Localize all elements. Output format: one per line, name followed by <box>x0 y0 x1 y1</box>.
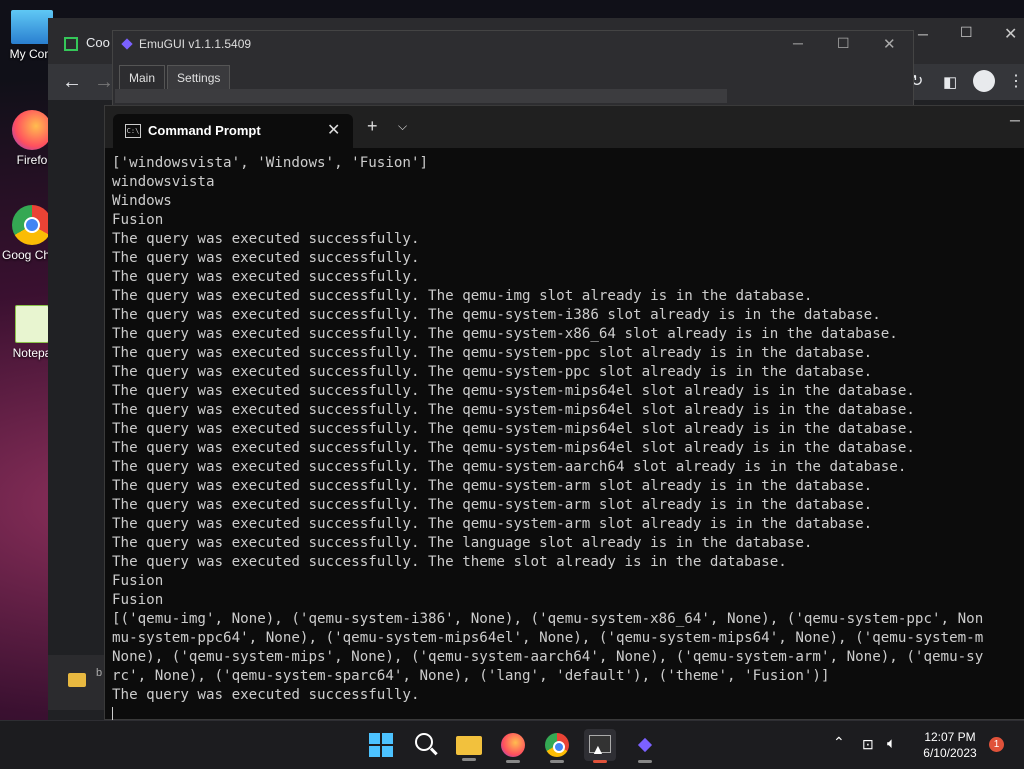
tab-settings[interactable]: Settings <box>167 65 231 91</box>
search-icon-handle <box>430 747 438 755</box>
terminal-line: [('qemu-img', None), ('qemu-system-i386'… <box>112 611 984 627</box>
terminal-line: The query was executed successfully. <box>112 231 420 247</box>
chrome-icon <box>12 205 52 245</box>
computer-icon <box>11 10 53 44</box>
emugui-title: EmuGUI v1.1.1.5409 <box>139 37 252 51</box>
tab-favicon-icon <box>64 36 78 51</box>
notepad-plus-icon <box>15 305 49 343</box>
chrome-tab-title: Coo <box>86 35 110 50</box>
profile-avatar-icon[interactable] <box>973 70 995 92</box>
firefox-icon <box>12 110 52 150</box>
cmd-icon: C:\ <box>125 124 141 138</box>
chrome-close-button[interactable]: ✕ <box>1004 24 1017 44</box>
terminal-line: None), ('qemu-system-mips', None), ('qem… <box>112 649 984 665</box>
running-indicator <box>550 760 564 763</box>
terminal-line: The query was executed successfully. The… <box>112 497 873 513</box>
chrome-menu-icon[interactable]: ⋮ <box>1008 72 1024 92</box>
terminal-line: The query was executed successfully. The… <box>112 535 813 551</box>
terminal-output[interactable]: ['windowsvista', 'Windows', 'Fusion'] win… <box>112 154 1024 720</box>
clock-date: 6/10/2023 <box>923 746 977 760</box>
chrome-minimize-button[interactable]: ─ <box>918 26 928 42</box>
search-button[interactable] <box>409 729 441 761</box>
mouse-cursor-icon: ▲ <box>591 741 605 757</box>
terminal-line: The query was executed successfully. The… <box>112 345 873 361</box>
forward-arrow-icon[interactable]: → <box>94 72 114 92</box>
terminal-tab[interactable]: C:\ Command Prompt ✕ <box>113 114 353 148</box>
folder-icon <box>68 673 86 687</box>
emugui-minimize-button[interactable]: ─ <box>793 35 803 51</box>
emugui-icon <box>121 38 133 50</box>
emugui-maximize-button[interactable]: ☐ <box>837 35 850 52</box>
emugui-icon <box>637 737 653 753</box>
terminal-line: ['windowsvista', 'Windows', 'Fusion'] <box>112 155 429 171</box>
terminal-line: The query was executed successfully. The… <box>112 440 915 456</box>
terminal-line: windowsvista <box>112 174 215 190</box>
text-cursor <box>112 706 113 720</box>
start-button[interactable] <box>365 729 397 761</box>
terminal-prompt-line[interactable] <box>112 705 1024 720</box>
emugui-close-button[interactable]: ✕ <box>883 35 896 53</box>
firefox-button[interactable] <box>497 729 529 763</box>
windows-icon <box>369 733 393 757</box>
terminal-titlebar: C:\ Command Prompt ✕ + ⌵ ─ <box>105 106 1024 148</box>
back-arrow-icon[interactable]: ← <box>62 72 82 92</box>
terminal-line: Fusion <box>112 573 164 589</box>
terminal-minimize-button[interactable]: ─ <box>1010 112 1020 128</box>
file-explorer-button[interactable] <box>453 729 485 761</box>
clock-time: 12:07 PM <box>924 730 976 744</box>
terminal-line: The query was executed successfully. The… <box>112 554 787 570</box>
terminal-line: The query was executed successfully. The… <box>112 459 907 475</box>
clock[interactable]: 12:07 PM 6/10/2023 <box>910 729 990 761</box>
running-indicator <box>638 760 652 763</box>
folder-icon <box>456 736 482 755</box>
network-icon[interactable]: ⊡ <box>862 736 874 753</box>
firefox-icon <box>501 733 525 757</box>
terminal-line: Windows <box>112 193 172 209</box>
terminal-line: The query was executed successfully. The… <box>112 516 873 532</box>
running-indicator <box>506 760 520 763</box>
chrome-maximize-button[interactable]: ☐ <box>960 24 973 41</box>
chrome-icon-center <box>553 741 565 753</box>
terminal-line: The query was executed successfully. The… <box>112 364 873 380</box>
taskbar: ▲ ⌃ ⊡ 🔈︎ 12:07 PM 6/10/2023 1 <box>0 720 1024 769</box>
emugui-window: EmuGUI v1.1.1.5409 ─ ☐ ✕ Main Settings <box>112 30 914 117</box>
terminal-line: The query was executed successfully. The… <box>112 307 881 323</box>
running-indicator <box>462 758 476 761</box>
terminal-line: The query was executed successfully. The… <box>112 383 915 399</box>
chevron-down-icon[interactable]: ⌵ <box>398 119 407 134</box>
volume-icon[interactable]: 🔈︎ <box>887 735 896 752</box>
emugui-button[interactable] <box>629 729 661 763</box>
desktop: My Com Firefo Goog Chron Notepa Coo ─ ☐ … <box>0 0 1024 720</box>
explorer-window-label: b <box>96 667 103 679</box>
terminal-line: mu-system-ppc64', None), ('qemu-system-m… <box>112 630 984 646</box>
terminal-line: The query was executed successfully. The… <box>112 478 873 494</box>
terminal-line: The query was executed successfully. <box>112 687 420 703</box>
sidepanel-icon[interactable]: ◧ <box>943 73 957 93</box>
chrome-button[interactable] <box>541 729 573 763</box>
notification-badge[interactable]: 1 <box>989 737 1004 752</box>
terminal-line: Fusion <box>112 212 164 228</box>
emugui-titlebar: EmuGUI v1.1.1.5409 <box>121 37 252 51</box>
terminal-line: Fusion <box>112 592 164 608</box>
terminal-line: The query was executed successfully. The… <box>112 421 915 437</box>
command-prompt-window: C:\ Command Prompt ✕ + ⌵ ─ ['windowsvist… <box>104 105 1024 720</box>
terminal-line: The query was executed successfully. The… <box>112 288 813 304</box>
terminal-line: rc', None), ('qemu-system-sparc64', None… <box>112 668 830 684</box>
chevron-up-icon[interactable]: ⌃ <box>833 734 845 751</box>
tab-main[interactable]: Main <box>119 65 166 91</box>
close-tab-icon[interactable]: ✕ <box>327 120 340 140</box>
active-indicator <box>593 760 607 763</box>
terminal-tab-title: Command Prompt <box>148 123 261 138</box>
emugui-tabs: Main Settings <box>119 65 232 91</box>
explorer-window-partial[interactable]: b <box>48 655 104 710</box>
terminal-line: The query was executed successfully. <box>112 250 420 266</box>
terminal-line: The query was executed successfully. The… <box>112 326 898 342</box>
new-tab-icon[interactable]: + <box>367 116 378 137</box>
terminal-button[interactable]: ▲ <box>584 729 616 763</box>
terminal-line: The query was executed successfully. The… <box>112 402 915 418</box>
terminal-line: The query was executed successfully. <box>112 269 420 285</box>
emugui-content-bar <box>115 89 727 103</box>
